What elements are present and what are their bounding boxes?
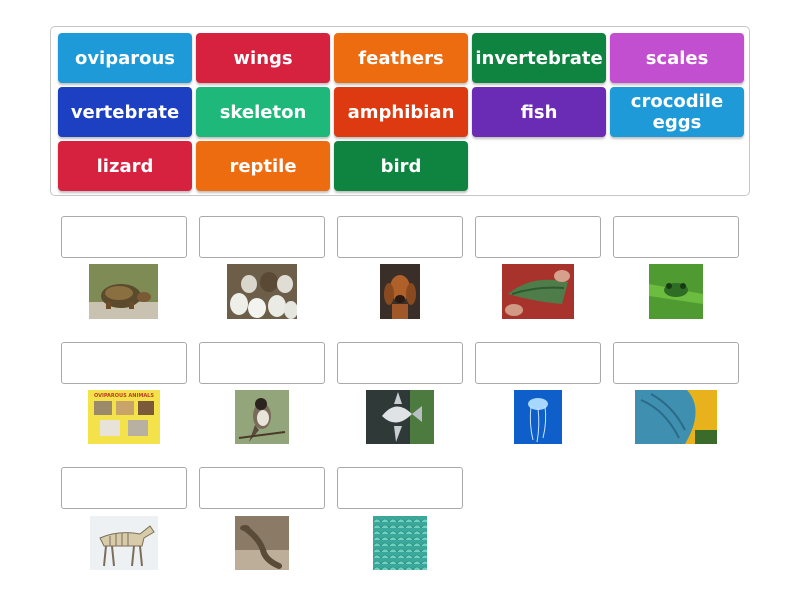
fish-scales-photo (373, 516, 427, 570)
tile-scales[interactable]: scales (610, 33, 744, 83)
tree-frog-photo (649, 264, 703, 319)
tile-fish[interactable]: fish (472, 87, 606, 137)
drop-zone-7[interactable] (199, 342, 325, 384)
perched-bird-photo (235, 390, 289, 444)
poster-title: OVIPAROUS ANIMALS (94, 393, 154, 399)
drop-zone-2[interactable] (199, 216, 325, 258)
tile-vertebrate[interactable]: vertebrate (58, 87, 192, 137)
drop-zone-10[interactable] (613, 342, 739, 384)
tile-lizard[interactable]: lizard (58, 141, 192, 191)
angelfish-photo (366, 390, 434, 444)
tile-wings[interactable]: wings (196, 33, 330, 83)
drop-zone-4[interactable] (475, 216, 601, 258)
drop-zone-8[interactable] (337, 342, 463, 384)
oviparous-animals-poster: OVIPAROUS ANIMALS (88, 390, 160, 444)
drop-zone-9[interactable] (475, 342, 601, 384)
tile-crocodile-eggs[interactable]: crocodile eggs (610, 87, 744, 137)
bird-wing-photo (502, 264, 574, 319)
tile-reptile[interactable]: reptile (196, 141, 330, 191)
jellyfish-photo (514, 390, 562, 444)
drop-zone-3[interactable] (337, 216, 463, 258)
tile-oviparous[interactable]: oviparous (58, 33, 192, 83)
turtle-photo (89, 264, 158, 319)
tile-invertebrate[interactable]: invertebrate (472, 33, 606, 83)
drop-zone-12[interactable] (199, 467, 325, 509)
dachshund-dog-photo (380, 264, 420, 319)
tile-skeleton[interactable]: skeleton (196, 87, 330, 137)
drop-zone-6[interactable] (61, 342, 187, 384)
drop-zone-1[interactable] (61, 216, 187, 258)
tile-bird[interactable]: bird (334, 141, 468, 191)
horse-skeleton-drawing (90, 516, 158, 570)
hatching-eggs-photo (227, 264, 297, 319)
drop-zone-13[interactable] (337, 467, 463, 509)
drop-zone-5[interactable] (613, 216, 739, 258)
tile-amphibian[interactable]: amphibian (334, 87, 468, 137)
drop-zone-11[interactable] (61, 467, 187, 509)
lizard-on-rock-photo (235, 516, 289, 570)
parrot-feathers-photo (635, 390, 717, 444)
tile-feathers[interactable]: feathers (334, 33, 468, 83)
